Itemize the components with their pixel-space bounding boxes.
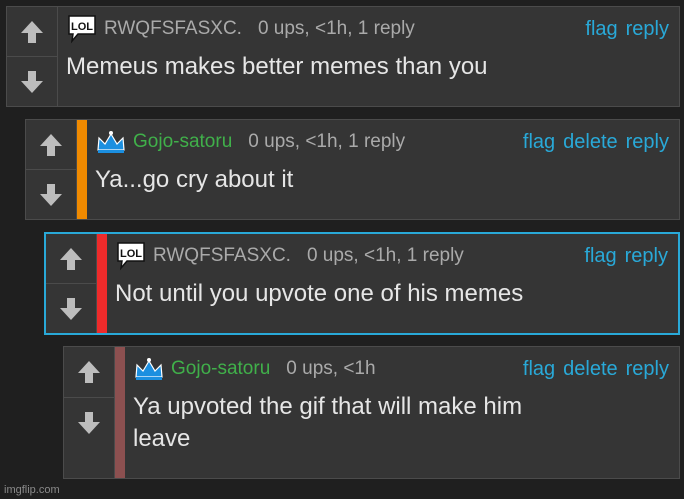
comment-meta: 0 ups, <1h, 1 reply: [257, 18, 415, 39]
lol-speech-bubble-icon[interactable]: LOL: [115, 240, 147, 272]
comment-body: LOL RWQFSFASXC. 0 ups, <1h, 1 reply flag…: [107, 234, 678, 333]
svg-text:LOL: LOL: [120, 248, 142, 260]
comment-text: Ya upvoted the gif that will make him le…: [133, 391, 679, 455]
crown-icon[interactable]: [95, 126, 127, 158]
downvote-button[interactable]: [26, 169, 76, 219]
username[interactable]: RWQFSFASXC.: [104, 18, 242, 40]
reply-link[interactable]: reply: [625, 245, 668, 268]
comment-meta: 0 ups, <1h: [286, 358, 376, 379]
comment-4: Gojo-satoru 0 ups, <1h flag delete reply…: [63, 346, 680, 479]
comment-text: Not until you upvote one of his memes: [115, 280, 524, 307]
arrow-up-icon: [21, 20, 43, 43]
comment-text: Memeus makes better memes than you: [66, 53, 488, 80]
comment-text-line: leave: [133, 425, 191, 452]
upvote-button[interactable]: [7, 7, 57, 56]
delete-link[interactable]: delete: [563, 131, 618, 154]
vote-column: [46, 234, 97, 333]
vote-column: [7, 7, 58, 106]
arrow-up-icon: [78, 361, 100, 383]
thread-depth-bar: [97, 234, 107, 333]
crown-icon[interactable]: [133, 353, 165, 385]
comment-actions: flag reply: [576, 234, 668, 278]
flag-link[interactable]: flag: [585, 18, 617, 41]
comment-body: Gojo-satoru 0 ups, <1h flag delete reply…: [125, 347, 679, 478]
thread-depth-bar: [115, 347, 125, 478]
arrow-up-icon: [40, 133, 62, 156]
reply-link[interactable]: reply: [626, 18, 669, 41]
comment-body: LOL RWQFSFASXC. 0 ups, <1h, 1 reply flag…: [58, 7, 679, 106]
reply-link[interactable]: reply: [626, 358, 669, 381]
username[interactable]: Gojo-satoru: [133, 131, 232, 153]
comment-actions: flag delete reply: [515, 347, 669, 391]
reply-link[interactable]: reply: [626, 131, 669, 154]
downvote-button[interactable]: [46, 283, 96, 333]
vote-column: [64, 347, 115, 478]
comment-actions: flag delete reply: [515, 120, 669, 164]
imgflip-watermark: imgflip.com: [4, 484, 60, 496]
downvote-button[interactable]: [7, 56, 57, 106]
comment-body: Gojo-satoru 0 ups, <1h, 1 reply flag del…: [87, 120, 679, 219]
flag-link[interactable]: flag: [584, 245, 616, 268]
comment-meta: 0 ups, <1h, 1 reply: [306, 245, 464, 266]
upvote-button[interactable]: [46, 234, 96, 283]
delete-link[interactable]: delete: [563, 358, 618, 381]
comment-3: LOL RWQFSFASXC. 0 ups, <1h, 1 reply flag…: [44, 232, 680, 335]
thread-depth-bar: [77, 120, 87, 219]
vote-column: [26, 120, 77, 219]
upvote-button[interactable]: [64, 347, 114, 397]
arrow-down-icon: [78, 412, 100, 434]
svg-text:LOL: LOL: [71, 21, 93, 33]
downvote-button[interactable]: [64, 397, 114, 448]
username[interactable]: Gojo-satoru: [171, 358, 270, 380]
comment-1: LOL RWQFSFASXC. 0 ups, <1h, 1 reply flag…: [6, 6, 680, 107]
comment-meta: 0 ups, <1h, 1 reply: [248, 131, 406, 152]
comment-actions: flag reply: [577, 7, 669, 51]
flag-link[interactable]: flag: [523, 131, 555, 154]
arrow-down-icon: [40, 183, 62, 206]
comment-2: Gojo-satoru 0 ups, <1h, 1 reply flag del…: [25, 119, 680, 220]
upvote-button[interactable]: [26, 120, 76, 169]
username[interactable]: RWQFSFASXC.: [153, 245, 291, 267]
arrow-down-icon: [60, 297, 82, 320]
comment-text-line: Ya upvoted the gif that will make him: [133, 393, 523, 420]
flag-link[interactable]: flag: [523, 358, 555, 381]
arrow-down-icon: [21, 70, 43, 93]
arrow-up-icon: [60, 247, 82, 270]
lol-speech-bubble-icon[interactable]: LOL: [66, 13, 98, 45]
comment-text: Ya...go cry about it: [95, 166, 294, 193]
